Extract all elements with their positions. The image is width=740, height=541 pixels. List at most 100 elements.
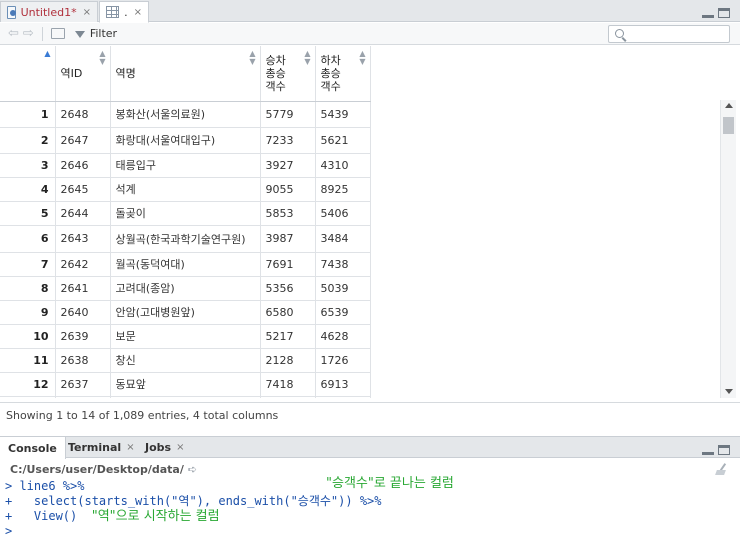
tab-untitled1[interactable]: Untitled1* × xyxy=(0,1,98,22)
tab-jobs[interactable]: Jobs × xyxy=(137,437,192,458)
search-input[interactable] xyxy=(629,27,725,41)
header-row: ▲ ▲ ▼ 역ID ▲ ▼ 역명 ▲ ▼ 승차 총승 객수 ▲ ▼ 하차 총승 객 xyxy=(0,46,371,102)
console-line: + select(starts_with("역"), ends_with("승객… xyxy=(0,494,740,509)
column-header-label: 승차 총승 객수 xyxy=(265,53,286,93)
table-row[interactable]: 8 2641 고려대(종암) 5356 5039 xyxy=(0,276,371,301)
console-code: select(starts_with("역"), ends_with("승객수"… xyxy=(12,494,382,508)
station-id-cell: 2642 xyxy=(55,252,111,277)
row-number-cell: 11 xyxy=(0,348,56,373)
close-icon[interactable]: × xyxy=(176,442,184,453)
station-name-cell: 봉화산(서울의료원) xyxy=(110,101,261,128)
maximize-icon[interactable] xyxy=(718,8,730,18)
alighting-total-cell xyxy=(315,396,371,398)
console-pane[interactable]: C:/Users/user/Desktop/data/ ➪ "승객수"로 끝나는… xyxy=(0,459,740,541)
table-row[interactable]: 12 2637 동묘앞 7418 6913 xyxy=(0,372,371,397)
goto-directory-icon[interactable]: ➪ xyxy=(188,463,197,476)
scroll-down-icon[interactable] xyxy=(725,389,733,394)
station-id-cell: 2644 xyxy=(55,201,111,226)
boarding-total-cell: 5779 xyxy=(260,101,316,128)
boarding-total-cell: 3927 xyxy=(260,153,316,178)
station-name-cell: 돌곶이 xyxy=(110,201,261,226)
annotation-starts-with: "역"으로 시작하는 컬럼 xyxy=(91,509,220,524)
source-tab-bar: Untitled1* × . × xyxy=(0,0,740,23)
tab-data-viewer[interactable]: . × xyxy=(99,1,149,23)
minimize-icon[interactable] xyxy=(702,445,714,455)
table-row[interactable]: 1 2648 봉화산(서울의료원) 5779 5439 xyxy=(0,101,371,128)
tab-terminal[interactable]: Terminal × xyxy=(60,437,143,458)
data-table: ▲ ▲ ▼ 역ID ▲ ▼ 역명 ▲ ▼ 승차 총승 객수 ▲ ▼ 하차 총승 객 xyxy=(0,46,371,398)
column-header-rownum[interactable]: ▲ xyxy=(0,46,56,102)
table-row[interactable]: 7 2642 월곡(동덕여대) 7691 7438 xyxy=(0,252,371,277)
boarding-total-cell: 7691 xyxy=(260,252,316,277)
tab-data-viewer-label: . xyxy=(124,5,128,19)
station-id-cell: 2638 xyxy=(55,348,111,373)
row-number-cell: 1 xyxy=(0,101,56,128)
alighting-total-cell: 3484 xyxy=(315,225,371,253)
console-input-line[interactable]: > xyxy=(0,524,740,539)
r-script-icon xyxy=(7,5,16,19)
back-arrow-icon[interactable]: ⇦ xyxy=(8,26,19,41)
station-name-cell: 태릉입구 xyxy=(110,153,261,178)
column-header-label: 역ID xyxy=(60,66,83,80)
tab-console-label: Console xyxy=(8,441,57,455)
sort-icon: ▲ ▼ xyxy=(304,49,311,66)
search-box[interactable] xyxy=(608,25,730,43)
toolbar-divider xyxy=(41,26,43,41)
column-header-boarding-total[interactable]: ▲ ▼ 승차 총승 객수 xyxy=(260,46,316,102)
table-row[interactable]: 4 2645 석계 9055 8925 xyxy=(0,177,371,202)
alighting-total-cell: 1726 xyxy=(315,348,371,373)
alighting-total-cell: 4628 xyxy=(315,324,371,349)
tab-jobs-label: Jobs xyxy=(145,441,172,454)
filter-funnel-icon[interactable] xyxy=(74,30,85,38)
station-id-cell: 2647 xyxy=(55,127,111,154)
column-header-label: 하차 총승 객수 xyxy=(320,53,341,93)
console-code: View() xyxy=(12,509,92,523)
popout-window-icon[interactable] xyxy=(50,28,65,39)
row-number-cell: 3 xyxy=(0,153,56,178)
station-id-cell: 2639 xyxy=(55,324,111,349)
close-icon[interactable]: × xyxy=(134,7,142,18)
boarding-total-cell: 2128 xyxy=(260,348,316,373)
table-row[interactable]: 6 2643 상월곡(한국과학기술연구원) 3987 3484 xyxy=(0,225,371,253)
station-id-cell: 2643 xyxy=(55,225,111,253)
column-header-alighting-total[interactable]: ▲ ▼ 하차 총승 객수 xyxy=(315,46,371,102)
pane-window-controls xyxy=(702,6,730,18)
station-name-cell: 고려대(종암) xyxy=(110,276,261,301)
close-icon[interactable]: × xyxy=(126,442,134,453)
column-header-station-name[interactable]: ▲ ▼ 역명 xyxy=(110,46,261,102)
station-name-cell: 화랑대(서울여대입구) xyxy=(110,127,261,154)
boarding-total-cell: 7233 xyxy=(260,127,316,154)
row-number-cell: 10 xyxy=(0,324,56,349)
minimize-icon[interactable] xyxy=(702,8,714,18)
column-header-label: 역명 xyxy=(115,66,136,80)
close-icon[interactable]: × xyxy=(83,7,91,18)
table-row[interactable]: 2 2647 화랑대(서울여대입구) 7233 5621 xyxy=(0,127,371,154)
table-row[interactable]: 9 2640 안암(고대병원앞) 6580 6539 xyxy=(0,300,371,325)
column-header-station-id[interactable]: ▲ ▼ 역ID xyxy=(55,46,111,102)
scroll-up-icon[interactable] xyxy=(725,103,733,108)
table-row[interactable]: 11 2638 창신 2128 1726 xyxy=(0,348,371,373)
console-prompt: > xyxy=(5,524,13,538)
station-id-cell: 2646 xyxy=(55,153,111,178)
maximize-icon[interactable] xyxy=(718,445,730,455)
row-number-cell: 7 xyxy=(0,252,56,277)
alighting-total-cell: 4310 xyxy=(315,153,371,178)
station-name-cell: 월곡(동덕여대) xyxy=(110,252,261,277)
table-row[interactable]: 10 2639 보문 5217 4628 xyxy=(0,324,371,349)
filter-button[interactable]: Filter xyxy=(90,27,117,40)
station-name-cell: 보문 xyxy=(110,324,261,349)
row-number-cell: 12 xyxy=(0,372,56,397)
table-row[interactable]: 5 2644 돌곶이 5853 5406 xyxy=(0,201,371,226)
station-id-cell xyxy=(55,396,111,398)
alighting-total-cell: 7438 xyxy=(315,252,371,277)
table-row[interactable]: 3 2646 태릉입구 3927 4310 xyxy=(0,153,371,178)
boarding-total-cell: 3987 xyxy=(260,225,316,253)
vertical-scrollbar[interactable] xyxy=(720,100,736,398)
forward-arrow-icon[interactable]: ⇨ xyxy=(23,26,34,41)
clear-console-broom-icon[interactable] xyxy=(716,463,730,475)
scrollbar-thumb[interactable] xyxy=(723,117,734,134)
tab-console[interactable]: Console xyxy=(0,437,66,459)
station-name-cell: 창신 xyxy=(110,348,261,373)
table-row[interactable]: 13 xyxy=(0,396,371,398)
row-number-cell: 8 xyxy=(0,276,56,301)
